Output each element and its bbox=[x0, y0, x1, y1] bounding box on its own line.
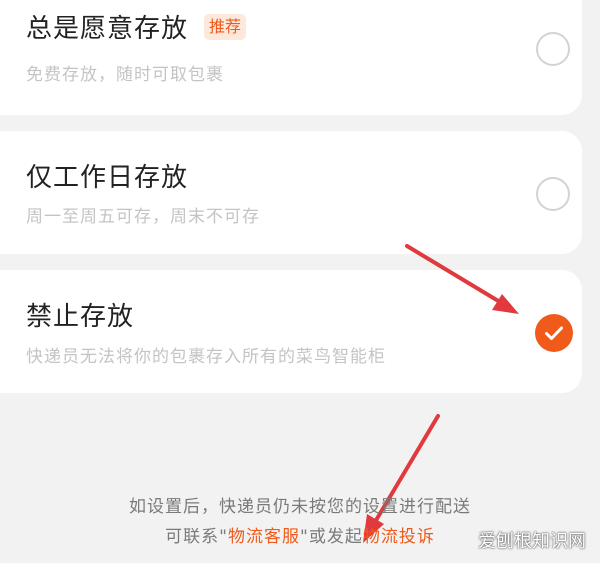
option-title-row: 禁止存放 bbox=[26, 296, 134, 333]
option-description: 免费存放，随时可取包裹 bbox=[26, 65, 224, 85]
option-title: 总是愿意存放 bbox=[26, 14, 189, 44]
option-title-row: 仅工作日存放 bbox=[26, 157, 188, 194]
option-always-store[interactable]: 总是愿意存放 推荐 免费存放，随时可取包裹 bbox=[0, 0, 582, 115]
check-icon bbox=[545, 326, 563, 340]
watermark: 爱刨根知识网 bbox=[478, 531, 586, 552]
option-title: 仅工作日存放 bbox=[26, 163, 189, 193]
option-description: 周一至周五可存，周末不可存 bbox=[26, 207, 260, 227]
option-description: 快递员无法将你的包裹存入所有的菜鸟智能柜 bbox=[26, 347, 386, 367]
radio-unchecked-icon[interactable] bbox=[536, 177, 570, 211]
radio-checked-icon[interactable] bbox=[535, 314, 573, 352]
footer-note: 如设置后，快递员仍未按您的设置进行配送 bbox=[129, 497, 471, 517]
footer-contact-middle: "或发起 bbox=[300, 527, 363, 547]
option-title-row: 总是愿意存放 推荐 bbox=[26, 8, 247, 45]
radio-unchecked-icon[interactable] bbox=[536, 32, 570, 66]
complaint-link[interactable]: 物流投诉 bbox=[363, 527, 435, 547]
option-weekdays-only[interactable]: 仅工作日存放 周一至周五可存，周末不可存 bbox=[0, 131, 582, 254]
option-forbid-storage[interactable]: 禁止存放 快递员无法将你的包裹存入所有的菜鸟智能柜 bbox=[0, 270, 582, 393]
option-title: 禁止存放 bbox=[26, 302, 135, 332]
customer-service-link[interactable]: 物流客服 bbox=[228, 527, 300, 547]
footer-contact-prefix: 可联系" bbox=[165, 527, 228, 547]
recommended-badge: 推荐 bbox=[204, 13, 247, 40]
